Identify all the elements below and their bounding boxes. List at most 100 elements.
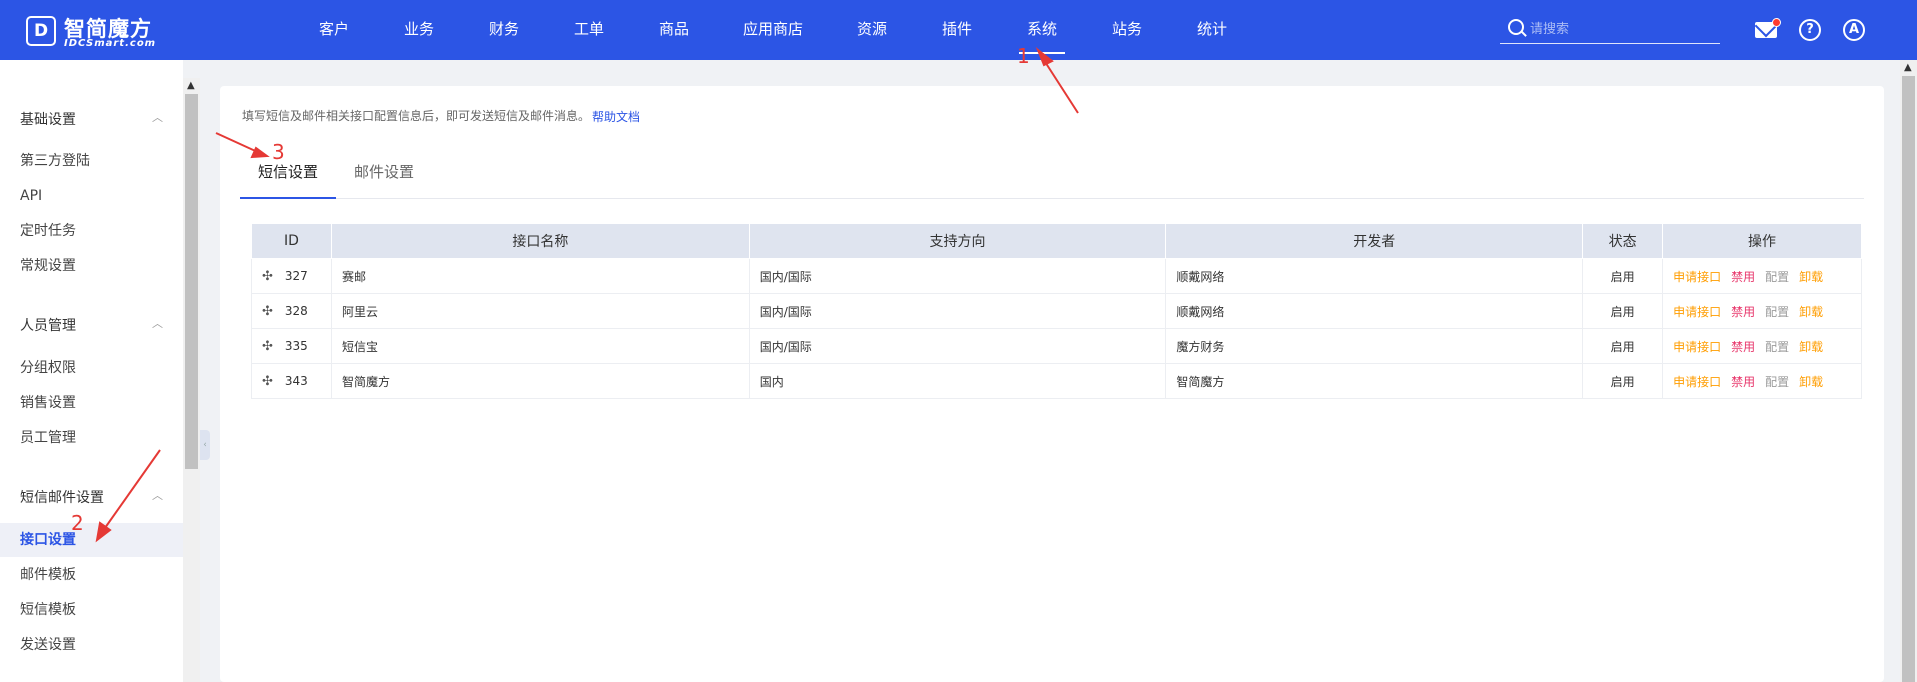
cell-id: ✣ 343 — [251, 363, 332, 399]
cell-status: 启用 — [1582, 363, 1664, 399]
cell-actions: 申请接口 禁用 配置 卸载 — [1662, 258, 1862, 294]
nav-item-system[interactable]: 系统 — [1018, 0, 1066, 60]
main-card: 填写短信及邮件相关接口配置信息后，即可发送短信及邮件消息。 帮助文档 短信设置 … — [220, 86, 1884, 682]
search-box — [1500, 14, 1720, 44]
avatar[interactable]: A — [1843, 19, 1865, 41]
apply-interface-button[interactable]: 申请接口 — [1673, 340, 1721, 354]
cell-status: 启用 — [1582, 258, 1664, 294]
drag-handle-icon[interactable]: ✣ — [262, 304, 273, 319]
nav-item-statistics[interactable]: 统计 — [1197, 0, 1227, 60]
sidebar-scrollbar[interactable]: ▲ — [183, 78, 200, 682]
config-button[interactable]: 配置 — [1765, 270, 1789, 284]
cell-name: 赛邮 — [330, 258, 750, 294]
uninstall-button[interactable]: 卸载 — [1799, 305, 1823, 319]
cell-developer: 顺戴网络 — [1165, 293, 1584, 329]
apply-interface-button[interactable]: 申请接口 — [1673, 375, 1721, 389]
scrollbar-thumb[interactable] — [185, 94, 198, 469]
disable-button[interactable]: 禁用 — [1731, 340, 1755, 354]
chevron-up-icon[interactable]: ︿ — [152, 109, 163, 125]
drag-handle-icon[interactable]: ✣ — [262, 374, 273, 389]
nav-item-site[interactable]: 站务 — [1112, 0, 1142, 60]
drag-handle-icon[interactable]: ✣ — [262, 269, 273, 284]
uninstall-button[interactable]: 卸载 — [1799, 270, 1823, 284]
sidebar-item-interface[interactable]: 接口设置 — [0, 523, 183, 557]
sidebar-item-cron[interactable]: 定时任务 — [0, 214, 183, 248]
annotation-number-3: 3 — [272, 140, 285, 164]
sidebar-item-sms-templates[interactable]: 短信模板 — [0, 593, 183, 627]
cell-direction: 国内/国际 — [748, 328, 1167, 364]
table-row: ✣ 335 短信宝 国内/国际 魔方财务 启用 申请接口 禁用 配置 卸载 — [251, 328, 1862, 364]
nav-item-tickets[interactable]: 工单 — [574, 0, 604, 60]
table-row: ✣ 343 智简魔方 国内 智简魔方 启用 申请接口 禁用 配置 卸载 — [251, 363, 1862, 399]
nav-item-products[interactable]: 商品 — [659, 0, 689, 60]
nav-item-finance[interactable]: 财务 — [489, 0, 519, 60]
col-header-developer: 开发者 — [1165, 223, 1584, 259]
help-icon[interactable]: ? — [1799, 19, 1821, 41]
table-header-row: ID 接口名称 支持方向 开发者 状态 操作 — [251, 223, 1862, 259]
sidebar-item-third-party-login[interactable]: 第三方登陆 — [0, 144, 183, 178]
sidebar-item-group-permissions[interactable]: 分组权限 — [0, 351, 183, 385]
cell-actions: 申请接口 禁用 配置 卸载 — [1662, 363, 1862, 399]
cell-actions: 申请接口 禁用 配置 卸载 — [1662, 293, 1862, 329]
cell-status: 启用 — [1582, 328, 1664, 364]
col-header-actions: 操作 — [1662, 223, 1862, 259]
chevron-up-icon[interactable]: ︿ — [152, 315, 163, 331]
drag-handle-icon[interactable]: ✣ — [262, 339, 273, 354]
sidebar-item-sales[interactable]: 销售设置 — [0, 386, 183, 420]
nav-item-resources[interactable]: 资源 — [857, 0, 887, 60]
tab-email-settings[interactable]: 邮件设置 — [336, 151, 432, 199]
disable-button[interactable]: 禁用 — [1731, 375, 1755, 389]
sidebar-item-email-templates[interactable]: 邮件模板 — [0, 558, 183, 592]
col-header-direction: 支持方向 — [748, 223, 1167, 259]
cell-developer: 智简魔方 — [1165, 363, 1584, 399]
notification-dot — [1772, 18, 1781, 27]
table-row: ✣ 327 赛邮 国内/国际 顺戴网络 启用 申请接口 禁用 配置 卸载 — [251, 258, 1862, 294]
search-input[interactable] — [1530, 18, 1715, 40]
interface-table: ID 接口名称 支持方向 开发者 状态 操作 ✣ 327 赛邮 国内/国际 顺戴网… — [251, 223, 1862, 399]
help-doc-link[interactable]: 帮助文档 — [592, 108, 640, 125]
nav-item-plugins[interactable]: 插件 — [942, 0, 972, 60]
nav-item-business[interactable]: 业务 — [404, 0, 434, 60]
cell-id: ✣ 327 — [251, 258, 332, 294]
brand-logo[interactable]: D 智简魔方 IDCSmart.com — [26, 13, 176, 49]
sidebar-group-basic[interactable]: 基础设置 — [20, 109, 76, 129]
disable-button[interactable]: 禁用 — [1731, 305, 1755, 319]
cell-name: 智简魔方 — [330, 363, 750, 399]
sidebar-group-staff[interactable]: 人员管理 — [20, 315, 76, 335]
annotation-number-1: 1 — [1017, 44, 1030, 68]
cell-status: 启用 — [1582, 293, 1664, 329]
disable-button[interactable]: 禁用 — [1731, 270, 1755, 284]
sidebar-item-api[interactable]: API — [0, 179, 183, 213]
scroll-up-icon[interactable]: ▲ — [187, 80, 195, 91]
chevron-up-icon[interactable]: ︿ — [152, 487, 163, 503]
cell-direction: 国内/国际 — [748, 293, 1167, 329]
search-icon[interactable] — [1508, 19, 1524, 35]
sidebar-item-general[interactable]: 常规设置 — [0, 249, 183, 283]
brand-sub: IDCSmart.com — [64, 38, 157, 49]
cell-name: 阿里云 — [330, 293, 750, 329]
apply-interface-button[interactable]: 申请接口 — [1673, 305, 1721, 319]
top-navbar: D 智简魔方 IDCSmart.com 客户 业务 财务 工单 商品 应用商店 … — [0, 0, 1917, 60]
uninstall-button[interactable]: 卸载 — [1799, 375, 1823, 389]
sidebar-item-send-settings[interactable]: 发送设置 — [0, 628, 183, 662]
collapse-sidebar-handle[interactable]: ‹ — [200, 430, 210, 460]
col-header-status: 状态 — [1582, 223, 1664, 259]
tab-sms-settings[interactable]: 短信设置 — [240, 151, 336, 199]
config-button[interactable]: 配置 — [1765, 375, 1789, 389]
sidebar-item-employees[interactable]: 员工管理 — [0, 421, 183, 455]
page-scrollbar[interactable]: ▲ — [1900, 60, 1917, 682]
cell-id: ✣ 335 — [251, 328, 332, 364]
nav-item-customers[interactable]: 客户 — [319, 0, 349, 60]
logo-badge-icon: D — [26, 16, 56, 46]
apply-interface-button[interactable]: 申请接口 — [1673, 270, 1721, 284]
uninstall-button[interactable]: 卸载 — [1799, 340, 1823, 354]
cell-direction: 国内 — [748, 363, 1167, 399]
col-header-name: 接口名称 — [330, 223, 750, 259]
cell-actions: 申请接口 禁用 配置 卸载 — [1662, 328, 1862, 364]
sidebar-group-sms-email[interactable]: 短信邮件设置 — [20, 487, 104, 507]
config-button[interactable]: 配置 — [1765, 305, 1789, 319]
nav-item-app-store[interactable]: 应用商店 — [743, 0, 803, 60]
config-button[interactable]: 配置 — [1765, 340, 1789, 354]
scrollbar-thumb[interactable] — [1902, 76, 1915, 682]
scroll-up-icon[interactable]: ▲ — [1904, 62, 1912, 73]
